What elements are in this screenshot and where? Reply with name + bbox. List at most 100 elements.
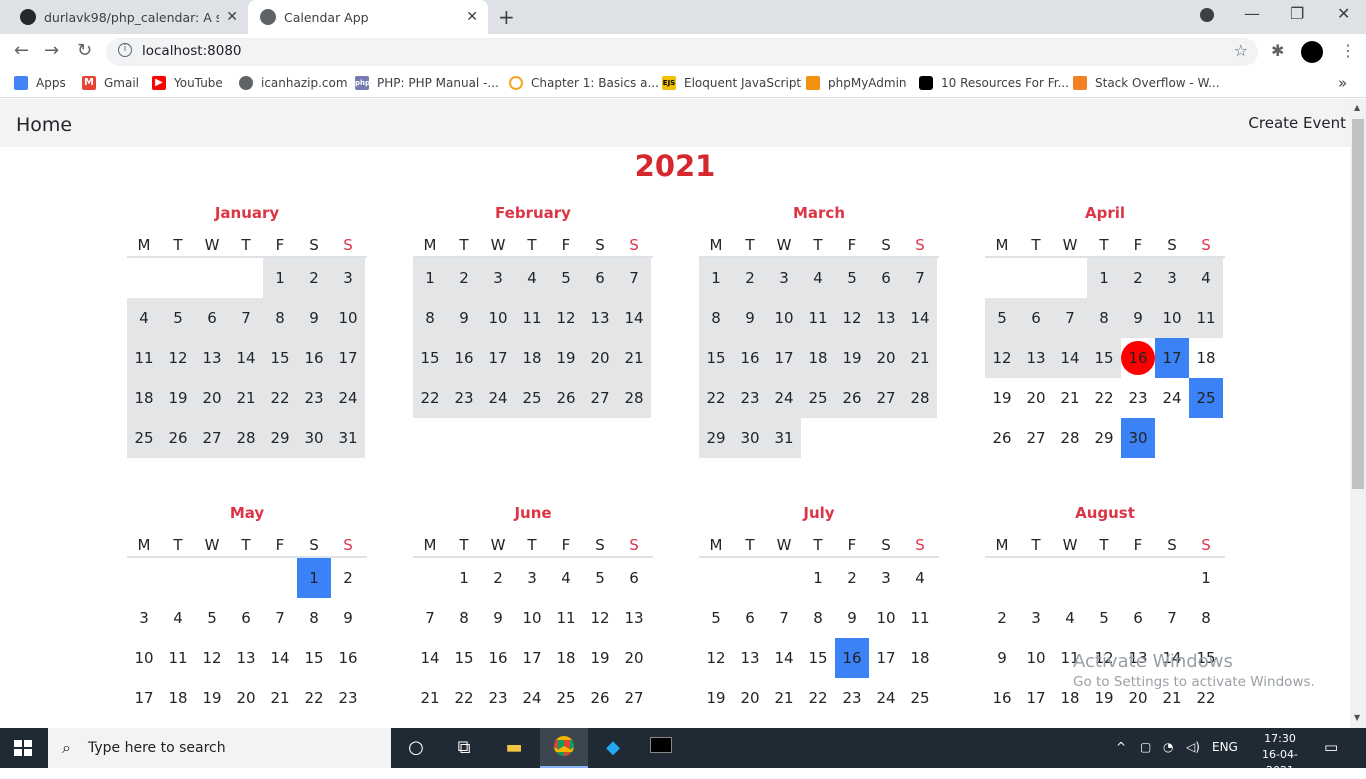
reload-icon[interactable]: ↻ (77, 40, 92, 61)
day-cell-past[interactable]: 20 (583, 338, 617, 378)
day-cell[interactable]: 24 (1155, 378, 1189, 418)
day-cell-past[interactable]: 12 (835, 298, 869, 338)
day-cell-past[interactable]: 24 (331, 378, 365, 418)
day-cell[interactable]: 17 (515, 638, 549, 678)
day-cell[interactable]: 1 (801, 558, 835, 598)
day-cell[interactable]: 22 (801, 678, 835, 718)
day-cell-past[interactable]: 20 (195, 378, 229, 418)
day-cell-past[interactable]: 17 (331, 338, 365, 378)
day-cell[interactable]: 2 (835, 558, 869, 598)
day-cell[interactable]: 23 (1121, 378, 1155, 418)
day-cell[interactable]: 17 (869, 638, 903, 678)
file-explorer-icon[interactable]: ▬ (502, 736, 526, 760)
day-cell[interactable]: 8 (297, 598, 331, 638)
day-cell[interactable]: 4 (549, 558, 583, 598)
day-cell[interactable]: 18 (549, 638, 583, 678)
day-cell-past[interactable]: 15 (699, 338, 733, 378)
day-cell-past[interactable]: 29 (699, 418, 733, 458)
day-cell[interactable]: 9 (835, 598, 869, 638)
day-cell[interactable]: 13 (229, 638, 263, 678)
day-cell[interactable]: 3 (127, 598, 161, 638)
day-cell[interactable]: 2 (481, 558, 515, 598)
day-cell[interactable]: 16 (985, 678, 1019, 718)
bookmark-apps[interactable]: Apps (14, 76, 66, 90)
day-cell-past[interactable]: 14 (617, 298, 651, 338)
day-cell-past[interactable]: 13 (195, 338, 229, 378)
vscode-icon[interactable]: ◆ (601, 736, 625, 760)
day-cell[interactable]: 14 (767, 638, 801, 678)
day-cell-past[interactable]: 11 (801, 298, 835, 338)
terminal-icon[interactable] (649, 736, 673, 760)
day-cell-past[interactable]: 10 (481, 298, 515, 338)
day-cell-past[interactable]: 7 (903, 258, 937, 298)
day-cell[interactable]: 10 (515, 598, 549, 638)
day-cell-past[interactable]: 13 (1019, 338, 1053, 378)
day-cell[interactable]: 22 (1087, 378, 1121, 418)
profile-avatar[interactable] (1301, 41, 1323, 63)
day-cell-past[interactable]: 24 (767, 378, 801, 418)
day-cell-event[interactable]: 30 (1121, 418, 1155, 458)
day-cell[interactable]: 20 (617, 638, 651, 678)
extensions-icon[interactable]: ✱ (1271, 41, 1284, 60)
day-cell-past[interactable]: 2 (733, 258, 767, 298)
day-cell[interactable]: 16 (331, 638, 365, 678)
day-cell-past[interactable]: 31 (331, 418, 365, 458)
day-cell-past[interactable]: 8 (699, 298, 733, 338)
day-cell-past[interactable]: 1 (413, 258, 447, 298)
day-cell-past[interactable]: 30 (733, 418, 767, 458)
day-cell[interactable]: 6 (617, 558, 651, 598)
back-icon[interactable]: ← (14, 40, 29, 61)
day-cell-past[interactable]: 7 (617, 258, 651, 298)
day-cell-past[interactable]: 23 (297, 378, 331, 418)
day-cell[interactable]: 15 (801, 638, 835, 678)
day-cell[interactable]: 17 (127, 678, 161, 718)
day-cell-past[interactable]: 31 (767, 418, 801, 458)
task-view-icon[interactable]: ⧉ (452, 736, 476, 760)
day-cell[interactable]: 7 (413, 598, 447, 638)
day-cell[interactable]: 12 (699, 638, 733, 678)
day-cell-past[interactable]: 4 (515, 258, 549, 298)
day-cell[interactable]: 23 (835, 678, 869, 718)
day-cell[interactable]: 20 (1019, 378, 1053, 418)
day-cell-past[interactable]: 14 (229, 338, 263, 378)
day-cell[interactable]: 13 (617, 598, 651, 638)
day-cell[interactable]: 10 (1019, 638, 1053, 678)
day-cell[interactable]: 12 (195, 638, 229, 678)
day-cell-past[interactable]: 28 (617, 378, 651, 418)
day-cell-past[interactable]: 16 (447, 338, 481, 378)
day-cell[interactable]: 17 (1019, 678, 1053, 718)
minimize-button[interactable]: — (1244, 4, 1260, 23)
day-cell-past[interactable]: 1 (699, 258, 733, 298)
scrollbar-thumb[interactable] (1352, 119, 1364, 489)
day-cell[interactable]: 15 (297, 638, 331, 678)
day-cell[interactable]: 19 (195, 678, 229, 718)
restore-button[interactable]: ❐ (1290, 4, 1304, 23)
day-cell-past[interactable]: 27 (195, 418, 229, 458)
day-cell[interactable]: 11 (903, 598, 937, 638)
day-cell[interactable]: 1 (447, 558, 481, 598)
cortana-icon[interactable]: ○ (404, 736, 428, 760)
day-cell-past[interactable]: 17 (767, 338, 801, 378)
day-cell[interactable]: 20 (229, 678, 263, 718)
day-cell-past[interactable]: 28 (903, 378, 937, 418)
day-cell-past[interactable]: 22 (699, 378, 733, 418)
day-cell-past[interactable]: 10 (1155, 298, 1189, 338)
day-cell[interactable]: 2 (985, 598, 1019, 638)
day-cell[interactable]: 24 (515, 678, 549, 718)
day-cell-past[interactable]: 5 (161, 298, 195, 338)
day-cell-past[interactable]: 8 (413, 298, 447, 338)
day-cell[interactable]: 21 (1053, 378, 1087, 418)
day-cell[interactable]: 18 (903, 638, 937, 678)
day-cell-past[interactable]: 21 (229, 378, 263, 418)
bookmark-resources[interactable]: 10 Resources For Fr... (919, 76, 1069, 90)
day-cell-past[interactable]: 25 (515, 378, 549, 418)
day-cell[interactable]: 20 (733, 678, 767, 718)
day-cell[interactable]: 14 (413, 638, 447, 678)
bookmark-icanhazip[interactable]: icanhazip.com (239, 76, 348, 90)
day-cell-past[interactable]: 2 (1121, 258, 1155, 298)
day-cell[interactable]: 22 (297, 678, 331, 718)
day-cell[interactable]: 8 (1189, 598, 1223, 638)
day-cell-past[interactable]: 14 (1053, 338, 1087, 378)
day-cell-past[interactable]: 9 (447, 298, 481, 338)
day-cell-past[interactable]: 21 (903, 338, 937, 378)
